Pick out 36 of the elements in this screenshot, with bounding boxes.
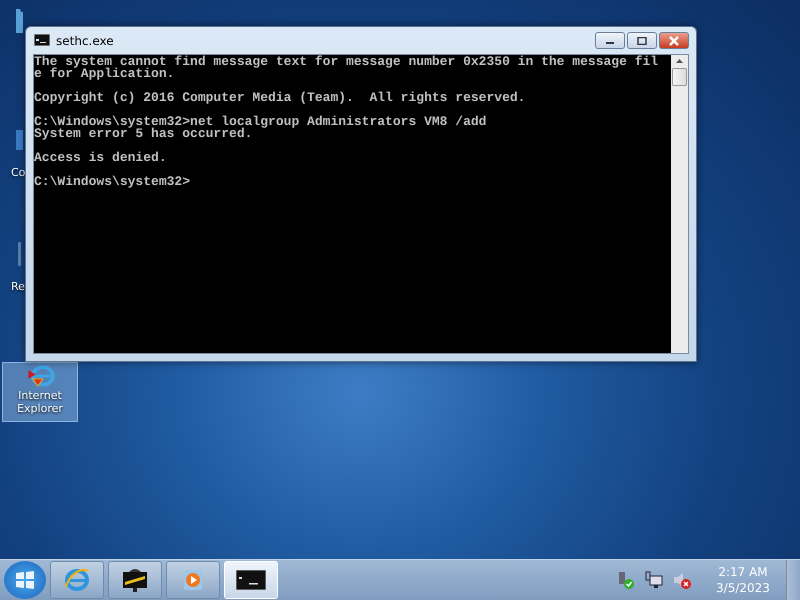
media-player-icon — [181, 568, 205, 592]
command-prompt[interactable]: C:\Windows\system32> — [34, 176, 671, 188]
monitor-icon — [16, 128, 23, 152]
window-title: sethc.exe — [56, 34, 114, 48]
console-line: System error 5 has occurred. — [34, 128, 252, 140]
scroll-thumb[interactable] — [672, 68, 687, 86]
scrollbar[interactable] — [671, 55, 688, 353]
start-button[interactable] — [4, 561, 46, 599]
desktop-icon[interactable]: Co — [2, 116, 24, 228]
taskbar-button[interactable] — [108, 561, 162, 599]
maximize-button[interactable] — [627, 32, 657, 49]
minimize-button[interactable] — [595, 32, 625, 49]
security-icon[interactable] — [616, 570, 636, 590]
clock-date: 3/5/2023 — [716, 580, 770, 596]
desktop-icon[interactable]: Re — [2, 228, 24, 346]
network-icon[interactable] — [644, 570, 664, 590]
console-icon — [236, 570, 266, 590]
folder-icon — [16, 9, 23, 33]
console-line: The system cannot find message text for message number 0x2350 in the message fil — [34, 56, 660, 68]
clock-time: 2:17 AM — [718, 564, 768, 580]
close-icon — [668, 36, 680, 46]
console-line: e for Application. — [34, 68, 176, 80]
windows-logo-icon — [14, 569, 36, 591]
scroll-up-icon[interactable] — [676, 59, 683, 63]
icon-label: Co — [11, 166, 26, 179]
console-line: C:\Windows\system32>net localgroup Administrators VM8 /add — [34, 116, 488, 128]
icon-label: Internet Explorer — [16, 389, 64, 415]
monitor-app-icon — [121, 566, 149, 594]
maximize-icon — [637, 36, 647, 44]
browser-icon — [63, 567, 91, 593]
speaker-muted-icon[interactable] — [672, 570, 692, 590]
console-line: Access is denied. — [34, 152, 168, 164]
close-button[interactable] — [659, 32, 689, 49]
console-line: Copyright (c) 2016 Computer Media (Team). All rights reserved. — [34, 92, 526, 104]
selected-desktop-icon[interactable]: Internet Explorer — [2, 362, 78, 422]
icon-label: Re — [11, 280, 25, 293]
